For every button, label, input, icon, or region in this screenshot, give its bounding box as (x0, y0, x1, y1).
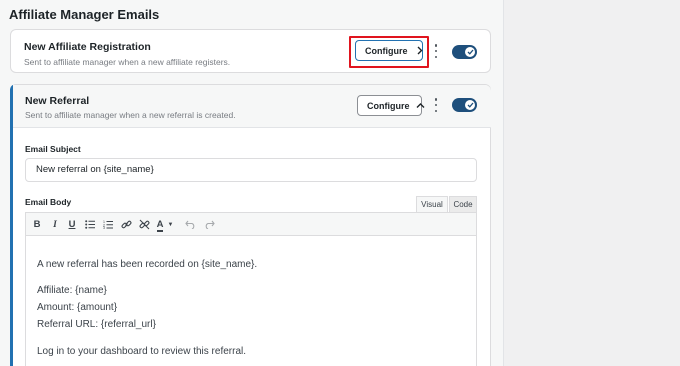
tab-visual[interactable]: Visual (416, 196, 448, 213)
unlink-icon[interactable] (138, 217, 150, 232)
email-card-description: Sent to affiliate manager when a new aff… (24, 57, 231, 67)
email-card-title: New Affiliate Registration (24, 41, 151, 53)
email-body-editor[interactable]: B I U 123 A ▼ A new referral has been re… (25, 212, 477, 366)
email-card-description: Sent to affiliate manager when a new ref… (25, 110, 236, 120)
enable-toggle[interactable] (452, 45, 477, 59)
highlight-annotation (349, 36, 429, 68)
undo-icon[interactable] (184, 217, 196, 232)
tab-code[interactable]: Code (449, 196, 477, 213)
more-options-icon[interactable] (434, 98, 438, 112)
body-text-line: Referral URL: {referral_url} (37, 319, 156, 330)
configure-button-label: Configure (367, 100, 410, 111)
enable-toggle[interactable] (452, 98, 477, 112)
dropdown-arrow-icon: ▼ (167, 221, 174, 228)
bullet-list-icon[interactable] (84, 217, 96, 232)
email-body-label: Email Body (25, 197, 72, 207)
section-title: Affiliate Manager Emails (9, 7, 160, 22)
link-icon[interactable] (120, 217, 132, 232)
bold-button[interactable]: B (32, 217, 42, 232)
text-color-button[interactable]: A ▼ (156, 217, 174, 232)
body-text-line: Log in to your dashboard to review this … (37, 346, 246, 357)
check-icon (465, 100, 475, 110)
svg-text:3: 3 (103, 226, 105, 229)
check-icon (465, 47, 475, 57)
email-card-title: New Referral (25, 95, 90, 107)
redo-icon[interactable] (203, 217, 215, 232)
italic-button[interactable]: I (50, 217, 60, 232)
chevron-up-icon (416, 102, 425, 109)
body-text-line: A new referral has been recorded on {sit… (37, 259, 258, 270)
body-text-line: Amount: {amount} (37, 302, 118, 313)
email-subject-label: Email Subject (25, 144, 81, 154)
text-color-icon: A (156, 218, 164, 230)
underline-button[interactable]: U (67, 217, 77, 232)
configure-button[interactable]: Configure (357, 95, 425, 116)
numbered-list-icon[interactable]: 123 (102, 217, 114, 232)
email-subject-input[interactable]: New referral on {site_name} (25, 158, 477, 182)
main-panel: Affiliate Manager Emails New Affiliate R… (0, 0, 503, 366)
right-empty-pane (503, 0, 680, 366)
editor-toolbar: B I U 123 A ▼ (26, 213, 476, 236)
body-text-line: Affiliate: {name} (37, 285, 107, 296)
more-options-icon[interactable] (434, 44, 438, 58)
